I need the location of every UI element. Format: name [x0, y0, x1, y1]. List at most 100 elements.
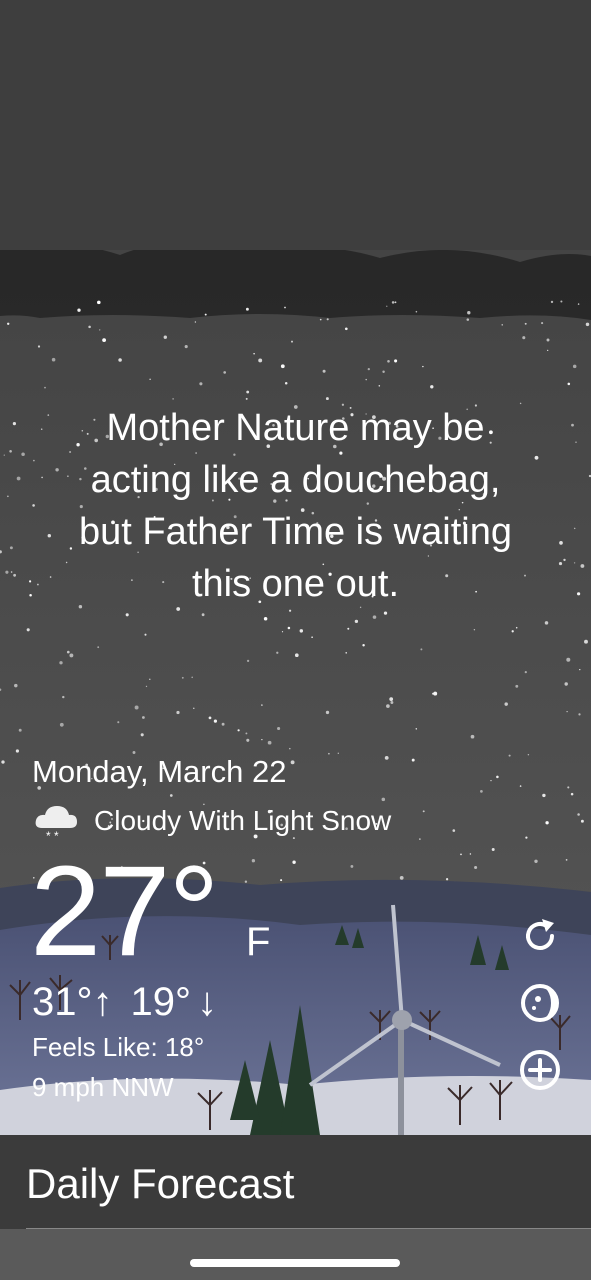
- snowflake: [578, 713, 581, 716]
- snowflake: [383, 611, 388, 615]
- snowflake: [184, 345, 188, 349]
- snowflake: [144, 633, 147, 636]
- snowflake: [546, 338, 550, 342]
- moon-phase-icon[interactable]: [518, 981, 562, 1025]
- snowflake: [149, 678, 151, 681]
- snowflake: [354, 619, 359, 624]
- snowflake: [522, 336, 526, 340]
- snowflake: [44, 386, 46, 389]
- snowflake: [287, 626, 291, 630]
- temperature-unit[interactable]: F: [246, 920, 270, 965]
- snowflake: [280, 364, 285, 369]
- snowflake: [59, 661, 63, 665]
- snowflake: [245, 732, 248, 735]
- snowflake: [579, 668, 581, 671]
- snowflake: [584, 639, 588, 644]
- snowflake: [1, 760, 5, 764]
- snowflake: [246, 738, 250, 742]
- snowflake: [524, 322, 527, 325]
- refresh-icon[interactable]: [518, 914, 562, 958]
- snowflake: [277, 726, 281, 731]
- snowflake: [542, 793, 546, 798]
- snowflake: [480, 790, 483, 793]
- snowflake: [519, 785, 522, 787]
- snowflake: [125, 613, 129, 617]
- snowflake: [181, 676, 184, 679]
- snowflake: [280, 879, 283, 882]
- snowflake: [221, 722, 225, 726]
- snowflake: [347, 627, 350, 630]
- snowflake: [284, 306, 286, 309]
- snowflake: [169, 794, 173, 797]
- snowflake: [149, 378, 151, 380]
- snowflake: [244, 880, 248, 883]
- snowflake: [311, 636, 313, 638]
- snowflake: [372, 615, 377, 619]
- snowflake: [433, 691, 438, 696]
- snowflake: [208, 716, 212, 720]
- snowflake: [534, 859, 538, 863]
- snowflake: [251, 859, 256, 863]
- snowflake: [362, 643, 365, 647]
- low-temperature: 19°: [130, 980, 192, 1024]
- snowflake: [245, 397, 248, 400]
- snowflake: [261, 704, 263, 706]
- add-location-icon[interactable]: [518, 1048, 562, 1092]
- snowflake: [390, 701, 394, 704]
- snowflake: [452, 829, 456, 832]
- snowflake: [289, 747, 291, 750]
- snowflake: [565, 859, 568, 861]
- snowflake: [560, 300, 563, 303]
- snowflake: [66, 650, 70, 654]
- snowflake: [10, 571, 13, 573]
- snowflake: [381, 797, 386, 802]
- quote-line-1: Mother Nature may be: [106, 407, 485, 449]
- feels-like: Feels Like: 18°: [32, 1032, 205, 1062]
- footer-bottom-bar: [0, 1229, 591, 1280]
- snowflake: [18, 728, 22, 732]
- forecast-date: Monday, March 22: [32, 754, 287, 789]
- snowflake: [14, 683, 18, 688]
- snowflake: [541, 322, 544, 325]
- down-arrow-icon: ↓: [197, 980, 217, 1024]
- snowflake: [585, 322, 590, 327]
- snowflake: [322, 369, 326, 373]
- snowflake: [163, 335, 167, 339]
- snowflake: [172, 398, 174, 400]
- snowflake: [378, 385, 381, 387]
- high-low-temperature: 31°↑ 19° ↓: [32, 980, 217, 1025]
- snowflake: [394, 301, 397, 304]
- snowflake: [51, 357, 56, 362]
- snowflake: [21, 452, 25, 456]
- snowflake: [193, 707, 195, 710]
- snowflake: [573, 527, 576, 530]
- daily-forecast-title[interactable]: Daily Forecast: [26, 1160, 294, 1208]
- snowflake: [469, 853, 472, 855]
- snowflake: [117, 721, 120, 724]
- snowflake: [575, 441, 577, 443]
- snowflake: [394, 359, 398, 363]
- snowflake: [299, 629, 304, 633]
- snowflake: [491, 848, 495, 851]
- snowflake: [511, 630, 514, 633]
- snowflake: [325, 710, 330, 715]
- snowflake: [566, 657, 571, 662]
- snowflake: [566, 710, 568, 713]
- snowflake: [577, 813, 580, 816]
- snowflake: [292, 837, 295, 840]
- snowflake: [7, 495, 9, 498]
- snowflake: [391, 301, 395, 304]
- snowflake: [525, 836, 528, 839]
- snowflake: [420, 648, 423, 651]
- snowflake: [467, 311, 471, 315]
- snowflake: [474, 865, 478, 870]
- quote-line-4: this one out.: [191, 563, 400, 605]
- home-indicator[interactable]: [190, 1259, 400, 1267]
- snowflake: [13, 573, 17, 577]
- snowflake: [284, 382, 288, 385]
- snowflake: [194, 321, 197, 323]
- snowflake: [267, 740, 272, 745]
- snowflake: [563, 558, 566, 562]
- snowflake: [422, 365, 424, 368]
- snowflake: [460, 853, 462, 856]
